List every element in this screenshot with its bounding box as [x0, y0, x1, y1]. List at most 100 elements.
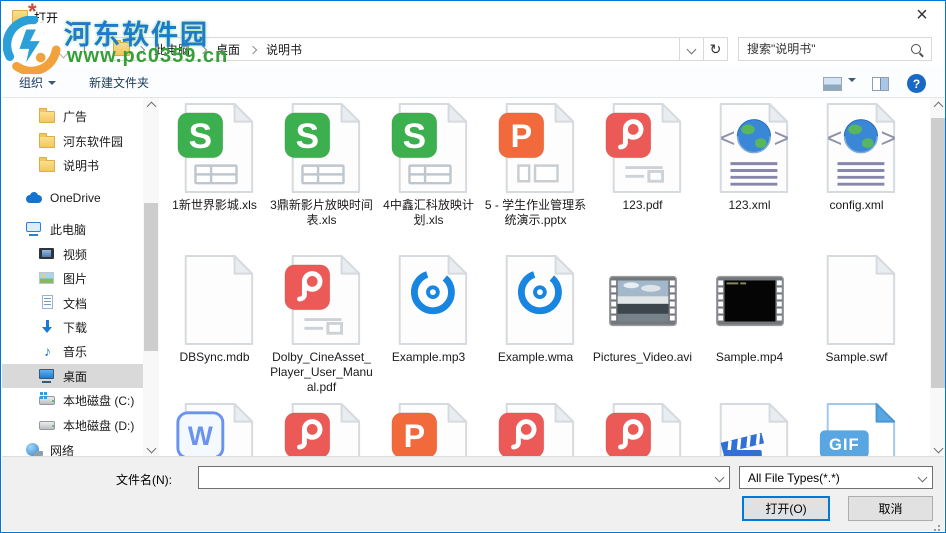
- sidebar-item-onedrive[interactable]: OneDrive: [2, 186, 143, 210]
- chevron-down-icon: [912, 467, 932, 488]
- folder-icon: [113, 40, 130, 56]
- chevron-down-icon: [933, 443, 943, 453]
- filename-input[interactable]: [199, 470, 709, 485]
- sidebar-item-pictures[interactable]: 图片: [2, 266, 143, 290]
- navigation-pane: 广告 河东软件园 说明书 OneDrive 此电脑 视频 图片 文档 下载 ♪ 音…: [2, 98, 143, 456]
- file-item-dbsync-mdb[interactable]: DBSync.mdb: [161, 253, 268, 395]
- up-button[interactable]: ↑: [80, 38, 89, 58]
- breadcrumb-desktop[interactable]: 桌面: [207, 41, 249, 58]
- close-button[interactable]: ×: [901, 1, 943, 30]
- file-item-xls-4[interactable]: 4中鑫汇科放映计划.xls: [375, 101, 482, 228]
- sidebar-item-local-disk-c[interactable]: 本地磁盘 (C:): [2, 388, 143, 412]
- search-input[interactable]: [739, 42, 911, 56]
- refresh-button[interactable]: ↻: [703, 38, 727, 60]
- breadcrumb-separator: [248, 42, 258, 56]
- chevron-down-icon: [146, 443, 156, 453]
- file-list-scrollbar[interactable]: [930, 98, 945, 456]
- file-item-123-xml[interactable]: 123.xml: [696, 101, 803, 228]
- sidebar-item-documents[interactable]: 文档: [2, 291, 143, 315]
- filename-label: 文件名(N):: [116, 473, 172, 487]
- file-item-123-pdf[interactable]: 123.pdf: [589, 101, 696, 228]
- download-arrow-icon: [39, 319, 56, 335]
- clapperboard-icon: [707, 401, 793, 456]
- open-button[interactable]: 打开(O): [742, 496, 830, 521]
- wps-presentation-icon: [386, 401, 472, 456]
- filetype-dropdown[interactable]: All File Types(*.*): [739, 466, 933, 489]
- sidebar-scrollbar[interactable]: [143, 98, 159, 456]
- breadcrumb-manual[interactable]: 说明书: [257, 41, 311, 58]
- document-icon: [39, 295, 56, 311]
- preview-pane-button[interactable]: [872, 77, 889, 91]
- address-dropdown-button[interactable]: [679, 38, 703, 60]
- scrollbar-thumb[interactable]: [931, 118, 945, 388]
- sidebar-item-music[interactable]: ♪ 音乐: [2, 339, 143, 363]
- file-item-pptx-5[interactable]: 5 - 学生作业管理系统演示.pptx: [482, 101, 589, 228]
- help-button[interactable]: ?: [907, 74, 926, 93]
- view-options-dropdown[interactable]: [848, 78, 856, 100]
- music-note-icon: ♪: [44, 343, 51, 359]
- scroll-down-button[interactable]: [143, 440, 159, 456]
- wps-pdf-icon: [493, 401, 579, 456]
- search-icon[interactable]: [911, 44, 921, 54]
- file-item-partial[interactable]: [161, 401, 268, 456]
- close-icon: ×: [916, 4, 928, 26]
- scroll-up-button[interactable]: [930, 98, 945, 114]
- chevron-up-icon: [933, 101, 943, 111]
- monitor-icon: [39, 368, 56, 384]
- command-toolbar: 组织 新建文件夹: [2, 65, 944, 98]
- file-item-xls-3[interactable]: 3鼎新影片放映时间表.xls: [268, 101, 375, 228]
- sidebar-item-network[interactable]: 网络: [2, 438, 143, 456]
- file-item-example-wma[interactable]: Example.wma: [482, 253, 589, 395]
- file-item-partial[interactable]: [268, 401, 375, 456]
- file-item-partial[interactable]: [803, 401, 910, 456]
- file-item-partial[interactable]: [375, 401, 482, 456]
- sidebar-item-videos[interactable]: 视频: [2, 242, 143, 266]
- wps-pdf-icon: [600, 401, 686, 456]
- file-item-config-xml[interactable]: config.xml: [803, 101, 910, 228]
- file-item-example-mp3[interactable]: Example.mp3: [375, 253, 482, 395]
- sidebar-item-downloads[interactable]: 下载: [2, 315, 143, 339]
- audio-disc-icon: [386, 253, 472, 347]
- blank-file-icon: [172, 253, 258, 347]
- cancel-button[interactable]: 取消: [848, 496, 933, 521]
- address-bar[interactable]: 此电脑 桌面 说明书 ↻: [105, 37, 728, 61]
- file-item-sample-mp4[interactable]: Sample.mp4: [696, 253, 803, 395]
- sidebar-item-hedong-folder[interactable]: 河东软件园: [2, 129, 143, 153]
- new-folder-button[interactable]: 新建文件夹: [89, 74, 149, 91]
- file-item-sample-swf[interactable]: Sample.swf: [803, 253, 910, 395]
- computer-icon: [26, 221, 43, 237]
- scroll-up-button[interactable]: [143, 98, 159, 114]
- dialog-footer: 文件名(N): All File Types(*.*) 打开(O) 取消: [2, 456, 944, 531]
- breadcrumb-separator: [198, 42, 208, 56]
- filename-dropdown-button[interactable]: [709, 467, 729, 488]
- file-item-partial[interactable]: [696, 401, 803, 456]
- breadcrumb-this-pc[interactable]: 此电脑: [145, 41, 199, 58]
- open-file-dialog: 打开 × ↑ 此电脑 桌面 说明书 ↻ 组织 新建文件夹 ? 广告 河东软件园: [0, 0, 946, 533]
- sidebar-item-ads-folder[interactable]: 广告: [2, 104, 143, 128]
- file-item-partial[interactable]: [589, 401, 696, 456]
- file-item-xls-1[interactable]: 1新世界影城.xls: [161, 101, 268, 228]
- search-box: [738, 37, 932, 61]
- picture-icon: [39, 270, 56, 286]
- scrollbar-thumb[interactable]: [144, 203, 158, 351]
- filetype-value: All File Types(*.*): [748, 470, 840, 485]
- resize-grip[interactable]: [938, 525, 940, 527]
- scroll-down-button[interactable]: [930, 440, 945, 456]
- filmstrip-thumbnail-icon: [600, 253, 686, 347]
- change-view-button[interactable]: [823, 77, 842, 91]
- wps-spreadsheet-icon: [172, 101, 258, 195]
- file-item-pictures-video-avi[interactable]: Pictures_Video.avi: [589, 253, 696, 395]
- organize-button[interactable]: 组织: [19, 74, 57, 91]
- wps-pdf-icon: [279, 401, 365, 456]
- folder-icon: [39, 108, 56, 124]
- xml-globe-icon: [707, 101, 793, 195]
- sidebar-item-manual-folder[interactable]: 说明书: [2, 153, 143, 177]
- sidebar-item-this-pc[interactable]: 此电脑: [2, 217, 143, 241]
- file-item-dolby-pdf[interactable]: Dolby_CineAsset_Player_User_Manual.pdf: [268, 253, 375, 395]
- recent-locations-button[interactable]: [58, 44, 69, 62]
- sidebar-item-local-disk-d[interactable]: 本地磁盘 (D:): [2, 413, 143, 437]
- wps-document-icon: [172, 401, 258, 456]
- audio-disc-icon: [493, 253, 579, 347]
- sidebar-item-desktop[interactable]: 桌面: [2, 364, 143, 388]
- file-item-partial[interactable]: [482, 401, 589, 456]
